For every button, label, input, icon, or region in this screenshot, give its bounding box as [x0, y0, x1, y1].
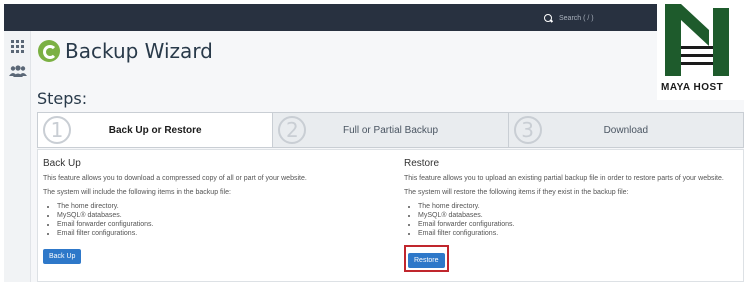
brand-mark-icon	[665, 4, 729, 76]
list-item: Email filter configurations.	[418, 229, 739, 238]
backup-list-intro: The system will include the following it…	[43, 189, 231, 196]
backup-restore-panel: Back Up This feature allows you to downl…	[37, 149, 744, 282]
page-title: Backup Wizard	[65, 39, 213, 63]
list-item: The home directory.	[418, 202, 739, 211]
backup-items-list: The home directory. MySQL® databases. Em…	[43, 202, 383, 238]
backup-heading: Back Up	[43, 158, 81, 169]
restore-section: Restore This feature allows you to uploa…	[404, 158, 739, 272]
search-icon	[544, 14, 553, 23]
search-input[interactable]: Search ( / )	[559, 15, 594, 22]
restore-button-highlight: Restore	[404, 245, 449, 272]
restore-button[interactable]: Restore	[408, 253, 445, 268]
step-download[interactable]: 3 Download	[509, 113, 743, 147]
backup-section: Back Up This feature allows you to downl…	[43, 158, 383, 264]
step-number: 3	[513, 116, 542, 144]
apps-grid-icon[interactable]	[11, 40, 24, 53]
main-content: Backup Wizard Steps: 1 Back Up or Restor…	[31, 31, 744, 282]
users-icon[interactable]	[9, 64, 27, 77]
brand-logo: MAYA HOST	[657, 0, 744, 100]
screenshot-stage: Search ( / ) Backup Wizard Steps: 1 Back…	[0, 0, 744, 282]
back-up-button[interactable]: Back Up	[43, 249, 82, 264]
restore-list-intro: The system will restore the following it…	[404, 189, 629, 196]
steps-bar: 1 Back Up or Restore 2 Full or Partial B…	[37, 112, 744, 148]
step-label: Full or Partial Backup	[342, 124, 439, 136]
step-back-up-or-restore[interactable]: 1 Back Up or Restore	[38, 113, 274, 147]
sidebar	[4, 31, 31, 282]
backup-description: This feature allows you to download a co…	[43, 175, 307, 182]
page-header: Backup Wizard	[38, 39, 213, 63]
step-number: 2	[278, 116, 307, 144]
restore-heading: Restore	[404, 158, 440, 169]
list-item: MySQL® databases.	[418, 211, 739, 220]
list-item: Email forwarder configurations.	[418, 220, 739, 229]
restore-description: This feature allows you to upload an exi…	[404, 175, 724, 182]
brand-name: MAYA HOST	[661, 82, 724, 93]
restore-items-list: The home directory. MySQL® databases. Em…	[404, 202, 739, 238]
top-bar: Search ( / )	[4, 4, 657, 31]
step-label: Back Up or Restore	[108, 124, 202, 136]
step-number: 1	[43, 116, 71, 144]
list-item: Email filter configurations.	[57, 229, 383, 238]
list-item: The home directory.	[57, 202, 383, 211]
list-item: MySQL® databases.	[57, 211, 383, 220]
search-box[interactable]: Search ( / )	[544, 10, 632, 27]
list-item: Email forwarder configurations.	[57, 220, 383, 229]
steps-heading: Steps:	[37, 89, 88, 108]
step-full-or-partial-backup[interactable]: 2 Full or Partial Backup	[273, 113, 509, 147]
step-label: Download	[603, 124, 649, 136]
backup-wizard-logo-icon	[38, 40, 60, 62]
